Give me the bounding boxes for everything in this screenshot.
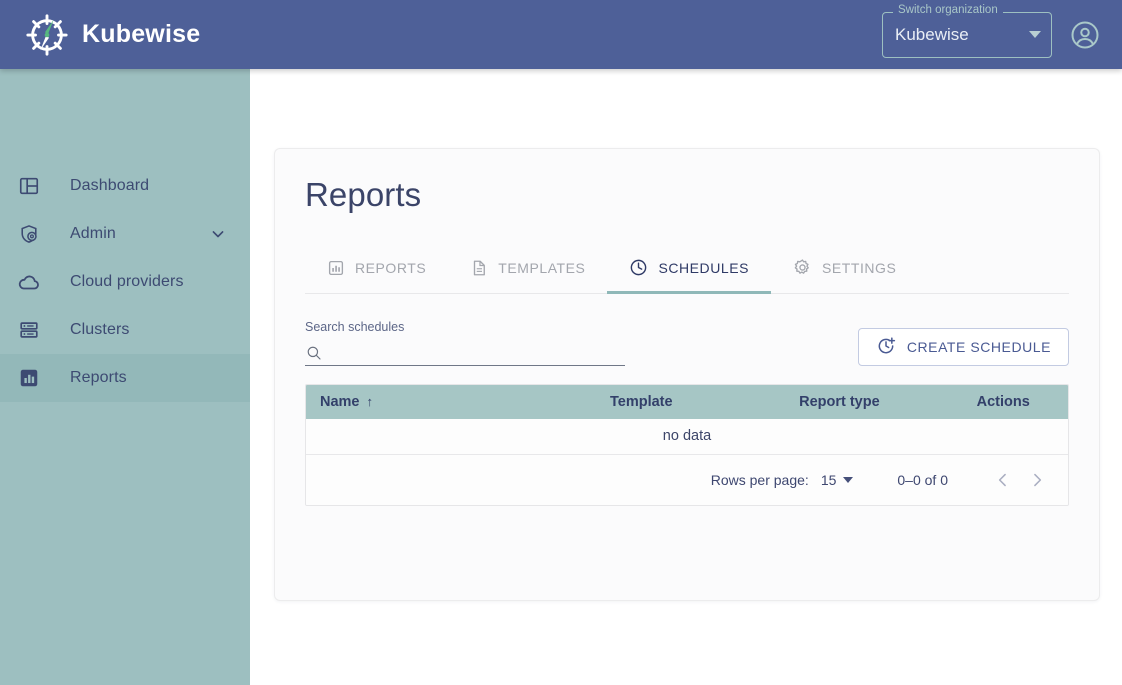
tab-label: SCHEDULES: [658, 259, 749, 276]
reports-card: Reports REPORTS TEMPLATES SCHEDULES SETT…: [274, 148, 1100, 601]
pagination-prev-button[interactable]: [986, 463, 1020, 497]
page-title: Reports: [305, 176, 422, 213]
dashboard-layout-icon: [16, 173, 42, 199]
create-schedule-button[interactable]: CREATE SCHEDULE: [857, 328, 1069, 366]
pagination-range-label: 0–0 of 0: [897, 471, 948, 488]
chevron-down-icon: [1029, 31, 1041, 38]
clock-plus-icon: [876, 336, 896, 359]
app-root: Kubewise Switch organization Kubewise Da…: [0, 0, 1122, 685]
search-label: Search schedules: [305, 320, 405, 334]
pagination-next-button[interactable]: [1020, 463, 1054, 497]
column-header-template[interactable]: Template: [542, 385, 741, 419]
account-circle-icon[interactable]: [1070, 20, 1100, 50]
top-header-bar: Kubewise Switch organization Kubewise: [0, 0, 1122, 69]
tab-bar: REPORTS TEMPLATES SCHEDULES SETTINGS: [305, 242, 1069, 294]
sidebar-item-label: Cloud providers: [70, 273, 184, 290]
sidebar-nav: Dashboard Admin Cloud providers Clusters…: [0, 69, 250, 685]
main-content: Reports REPORTS TEMPLATES SCHEDULES SETT…: [250, 69, 1122, 685]
table-body: no data Rows per page: 15 0–0 of 0: [306, 419, 1068, 505]
sidebar-item-label: Clusters: [70, 321, 130, 338]
column-header-label: Name: [320, 394, 360, 410]
empty-state-row: no data: [306, 419, 1068, 455]
sidebar-item-clusters[interactable]: Clusters: [0, 306, 250, 354]
table-pagination-row: Rows per page: 15 0–0 of 0: [306, 454, 1068, 505]
organization-switcher-value: Kubewise: [895, 24, 969, 44]
tab-label: SETTINGS: [821, 259, 897, 276]
tab-templates[interactable]: TEMPLATES: [448, 242, 607, 293]
schedules-table: Name ↑ Template Report type Actions no da…: [305, 384, 1069, 506]
tab-schedules[interactable]: SCHEDULES: [607, 242, 771, 294]
admin-shield-icon: [16, 221, 42, 247]
rows-per-page-value: 15: [820, 471, 837, 488]
chevron-left-icon: [998, 473, 1006, 486]
document-icon: [470, 259, 488, 277]
bar-chart-icon: [327, 259, 345, 277]
tab-label: REPORTS: [355, 259, 427, 276]
tab-label: TEMPLATES: [498, 259, 586, 276]
tab-settings[interactable]: SETTINGS: [771, 242, 918, 293]
rows-per-page-label: Rows per page:: [710, 471, 809, 488]
brand[interactable]: Kubewise: [24, 12, 200, 58]
arrow-up-icon: ↑: [366, 394, 374, 409]
sidebar-item-reports[interactable]: Reports: [0, 354, 250, 402]
table-header: Name ↑ Template Report type Actions: [306, 385, 1068, 419]
bar-chart-icon: [16, 365, 42, 391]
column-header-report-type[interactable]: Report type: [740, 385, 939, 419]
chevron-right-icon: [1034, 473, 1042, 486]
rows-per-page-select[interactable]: 15: [821, 472, 854, 488]
server-racks-icon: [16, 317, 42, 343]
clock-icon: [629, 258, 648, 277]
organization-switcher-label: Switch organization: [893, 4, 1003, 16]
sidebar-item-label: Admin: [70, 225, 116, 242]
search-input[interactable]: [329, 340, 625, 365]
brand-name: Kubewise: [82, 20, 201, 48]
sidebar-item-label: Reports: [70, 369, 127, 386]
column-header-name[interactable]: Name ↑: [306, 385, 543, 419]
chevron-down-icon: [843, 476, 854, 483]
tab-reports[interactable]: REPORTS: [305, 242, 448, 293]
create-schedule-button-label: CREATE SCHEDULE: [906, 339, 1051, 355]
sidebar-item-admin[interactable]: Admin: [0, 210, 250, 258]
search-field: Search schedules: [305, 320, 625, 366]
table-toolbar: Search schedules CREATE SCHEDULE: [305, 316, 1069, 366]
cloud-icon: [16, 269, 42, 295]
sidebar-item-label: Dashboard: [70, 177, 150, 194]
empty-state-message: no data: [306, 419, 1068, 455]
organization-switcher[interactable]: Switch organization Kubewise: [882, 4, 1052, 58]
header-right-controls: Switch organization Kubewise: [882, 4, 1100, 58]
chevron-down-icon[interactable]: [208, 224, 228, 244]
compass-wheel-logo: [26, 13, 68, 56]
sidebar-item-dashboard[interactable]: Dashboard: [0, 162, 250, 210]
sidebar-item-cloud-providers[interactable]: Cloud providers: [0, 258, 250, 306]
column-header-actions: Actions: [938, 385, 1068, 419]
pagination: Rows per page: 15 0–0 of 0: [320, 463, 1054, 497]
gear-icon: [793, 258, 812, 277]
search-input-wrapper[interactable]: [305, 340, 625, 366]
search-icon: [305, 344, 323, 362]
